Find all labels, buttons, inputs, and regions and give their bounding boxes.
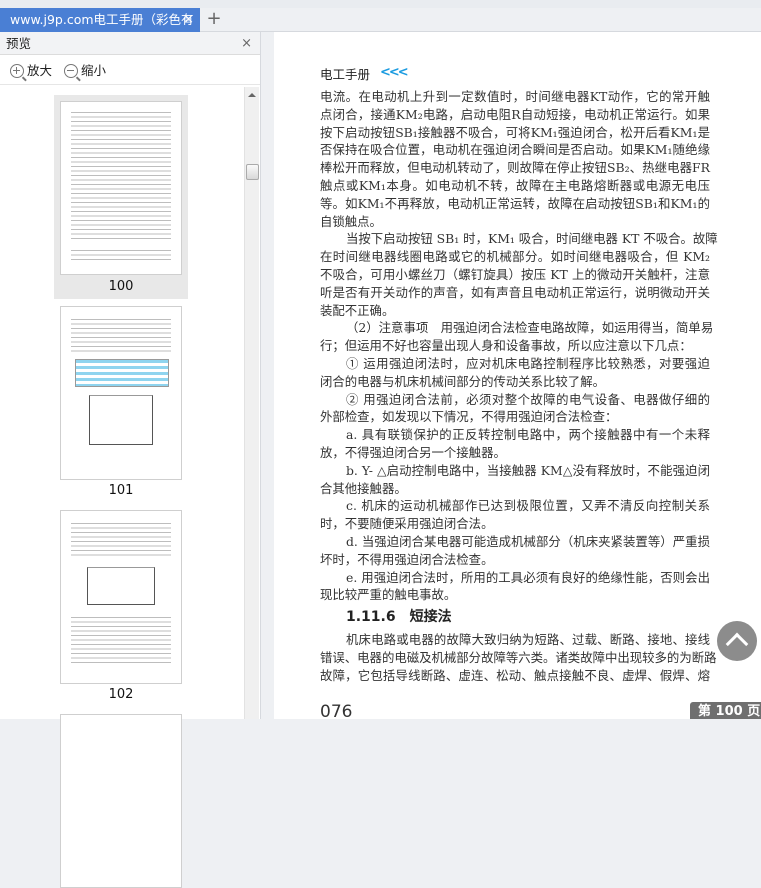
preview-panel: 预览 × 放大 缩小 100 101 102 <box>0 32 260 888</box>
zoom-out-button[interactable]: 缩小 <box>63 55 106 86</box>
page-thumbnail-label: 100 <box>108 279 134 294</box>
text-line: 棒松开而释放，但电动机转动了，则故障在停止按钮SB₂、热继电器FR <box>320 160 710 176</box>
page-number: 076 <box>320 702 353 722</box>
thumbnail-table <box>75 359 169 387</box>
header-arrows-icon: <<< <box>380 65 409 80</box>
scroll-up-icon[interactable] <box>248 93 256 97</box>
panel-divider[interactable] <box>260 32 274 719</box>
text-line: a. 具有联锁保护的正反转控制电路中，两个接触器中有一个未释 <box>346 427 710 443</box>
text-line: ② 用强迫闭合法前，必须对整个故障的电气设备、电器做仔细的 <box>346 391 710 407</box>
text-line: 行；但运用不好也容量出现人身和设备事故，所以应注意以下几点： <box>320 338 692 354</box>
text-line: 闭合的电器与机床机械间部分的传动关系比较了解。 <box>320 373 605 389</box>
text-line: 按下启动按钮SB₁接触器不吸合，可将KM₁强迫闭合，松开后看KM₁是 <box>320 124 710 140</box>
zoom-out-label: 缩小 <box>80 62 106 78</box>
title-strip <box>0 0 761 8</box>
section-heading: 1.11.6 短接法 <box>346 609 452 626</box>
text-line: 当按下启动按钮 SB₁ 时，KM₁ 吸合，时间继电器 KT 不吸合。故障 <box>346 231 718 247</box>
text-line: 外部检查，如发现以下情况，不得用强迫闭合法检查： <box>320 409 618 425</box>
thumbnail-diagram <box>89 395 153 445</box>
tab-close-icon[interactable]: × <box>183 8 194 32</box>
text-line: 在时间继电器线圈电路或它的机械部分。如时间继电器吸合，但 KM₂ <box>320 249 710 265</box>
text-line: 电流。在电动机上升到一定数值时，时间继电器KT动作，它的常开触 <box>320 89 710 104</box>
preview-close-icon[interactable]: × <box>241 32 252 55</box>
page-indicator: 第 100 页 <box>690 702 761 719</box>
preview-toolbar: 放大 缩小 <box>0 55 260 85</box>
text-line: 自锁触点。 <box>320 213 382 229</box>
thumbnail-list: 100 101 102 <box>0 87 260 888</box>
scrollbar-thumb[interactable] <box>246 164 259 180</box>
text-line: 听是否有开关动作的声音，如有声音且电动机正常运行，说明微动开关 <box>320 284 710 300</box>
document-body: 电流。在电动机上升到一定数值时，时间继电器KT动作，它的常开触 点闭合，接通KM₂… <box>320 88 718 685</box>
text-line: 触点或KM₁本身。如电动机不转，故障在主电路熔断器或电源无电压 <box>320 177 710 193</box>
new-tab-button[interactable]: + <box>206 8 222 32</box>
text-line: 否保持在吸合位置，电动机在强迫闭合瞬间是否启动。如果KM₁随绝缘 <box>320 142 710 158</box>
zoom-in-button[interactable]: 放大 <box>10 55 52 86</box>
zoom-in-icon <box>10 63 27 82</box>
text-line: c. 机床的运动机械部作已达到极限位置，又弄不清反向控制关系 <box>346 498 710 514</box>
page-thumbnail[interactable] <box>60 714 182 888</box>
text-line: 时，不要随便采用强迫闭合法。 <box>320 516 494 532</box>
page-thumbnail[interactable] <box>60 101 182 275</box>
text-line: 装配不正确。 <box>320 302 395 318</box>
text-line: ① 运用强迫闭法时，应对机床电路控制程序比较熟悉，对要强迫 <box>346 355 710 371</box>
page-thumbnail[interactable] <box>60 306 182 480</box>
tab-bar: www.j9p.com电工手册（彩色有 × + <box>0 8 761 32</box>
preview-title: 预览 <box>6 36 32 51</box>
text-line: （2）注意事项 用强迫闭合法检查电路故障，如运用得当，简单易 <box>346 320 714 336</box>
text-line: e. 用强迫闭合法时，所用的工具必须有良好的绝缘性能，否则会出 <box>346 569 710 585</box>
preview-header: 预览 × <box>0 32 260 55</box>
text-line: 故障，它包括导线断路、虚连、松动、触点接触不良、虚焊、假焊、熔 <box>320 667 710 683</box>
document-page: 电工手册 <<< 电流。在电动机上升到一定数值时，时间继电器KT动作，它的常开触… <box>274 32 761 722</box>
text-line: 合其他接触器。 <box>320 480 407 496</box>
thumbnail-diagram <box>87 567 155 605</box>
text-line: 现比较严重的触电事故。 <box>320 587 457 603</box>
zoom-in-label: 放大 <box>27 62 53 78</box>
tab-title: www.j9p.com电工手册（彩色有 <box>10 12 194 27</box>
text-line: b. Y- △启动控制电路中，当接触器 KM△没有释放时，不能强迫闭 <box>346 462 710 478</box>
text-line: 坏时，不得用强迫闭合法检查。 <box>320 551 494 567</box>
scroll-to-top-button[interactable] <box>717 621 757 661</box>
page-thumbnail[interactable] <box>60 510 182 684</box>
zoom-out-icon <box>63 63 81 82</box>
running-header: 电工手册 <box>320 67 371 82</box>
page-thumbnail-label: 101 <box>108 483 134 498</box>
text-line: 错误、电器的电磁及机械部分故障等六类。诸类故障中出现较多的为断路 <box>320 649 717 665</box>
text-line: 放，不得强迫闭合另一个接触器。 <box>320 444 506 460</box>
thumbnail-scrollbar[interactable] <box>244 87 259 719</box>
text-line: 机床电路或电器的故障大致归纳为短路、过载、断路、接地、接线 <box>346 632 710 648</box>
tab-document[interactable]: www.j9p.com电工手册（彩色有 × <box>0 8 200 32</box>
page-thumbnail-label: 102 <box>108 687 134 702</box>
text-line: 等。如KM₁不再释放，电动机正常运转，故障在启动按钮SB₁和KM₁的 <box>320 195 710 211</box>
text-line: 不吸合，可用小螺丝刀（螺钉旋具）按压 KT 上的微动开关触杆，注意 <box>320 266 710 282</box>
text-line: d. 当强迫闭合某电器可能造成机械部分（机床夹紧装置等）严重损 <box>346 533 710 549</box>
text-line: 点闭合，接通KM₂电路，启动电阻R自动短接，电动机正常运行。如果 <box>320 106 710 122</box>
